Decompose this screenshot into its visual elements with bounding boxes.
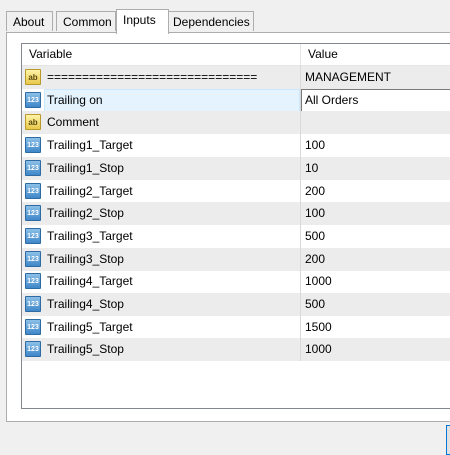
tab-inputs[interactable]: Inputs	[116, 9, 169, 34]
table-row[interactable]: 123 Trailing3_Stop 200	[22, 247, 450, 271]
table-row[interactable]: 123 Trailing3_Target 500	[22, 224, 450, 248]
value-cell[interactable]: 200	[305, 180, 325, 203]
tab-about[interactable]: About	[6, 11, 53, 31]
variable-name: Trailing5_Stop	[47, 342, 124, 357]
table-row[interactable]: 123 Trailing5_Stop 1000	[22, 338, 450, 362]
value-cell[interactable]: 200	[305, 248, 325, 271]
cell-divider	[300, 338, 301, 362]
table-row[interactable]: 123 Trailing1_Target 100	[22, 134, 450, 158]
integer-type-icon: 123	[25, 318, 41, 335]
integer-type-icon: 123	[25, 91, 41, 108]
integer-type-icon: 123	[25, 227, 41, 244]
value-cell[interactable]: 500	[305, 293, 325, 316]
variable-name: Trailing4_Target	[47, 274, 133, 289]
value-cell[interactable]: 100	[305, 202, 325, 225]
variable-name: Trailing2_Target	[47, 183, 133, 198]
cell-divider	[300, 202, 301, 226]
variable-name: Trailing1_Target	[47, 138, 133, 153]
value-cell[interactable]: 500	[305, 225, 325, 248]
variable-name: Trailing3_Target	[47, 228, 133, 243]
integer-type-icon: 123	[25, 273, 41, 290]
value-cell[interactable]: 1000	[305, 338, 332, 361]
value-cell[interactable]: 100	[305, 134, 325, 157]
trailing-on-select[interactable]: All Orders	[301, 88, 450, 112]
select-value: All Orders	[305, 92, 359, 107]
cell-divider	[300, 293, 301, 316]
cell-divider	[300, 134, 301, 158]
value-cell[interactable]: MANAGEMENT	[305, 66, 391, 89]
variable-name: Trailing5_Target	[47, 319, 133, 334]
value-cell[interactable]: 10	[305, 157, 318, 180]
table-row[interactable]: 123 Trailing2_Target 200	[22, 179, 450, 203]
integer-type-icon: 123	[25, 250, 41, 267]
variable-name: Trailing2_Stop	[47, 206, 124, 221]
integer-type-icon: 123	[25, 159, 41, 176]
cell-divider	[300, 66, 301, 89]
table-row[interactable]: 123 Trailing on All Orders	[22, 88, 450, 112]
ok-button[interactable]	[446, 425, 450, 455]
variable-name: Trailing on	[47, 92, 103, 107]
integer-type-icon: 123	[25, 296, 41, 312]
table-row[interactable]: 123 Trailing4_Stop 500	[22, 293, 450, 316]
integer-type-icon: 123	[25, 205, 41, 222]
variable-name: Trailing3_Stop	[47, 251, 124, 266]
string-type-icon: ab	[25, 69, 41, 85]
cell-divider	[300, 224, 301, 248]
cell-divider	[300, 156, 301, 180]
tab-common[interactable]: Common	[56, 11, 116, 31]
integer-type-icon: 123	[25, 341, 41, 358]
cell-divider	[300, 270, 301, 294]
variable-name: Comment	[47, 115, 100, 130]
value-cell[interactable]: 1500	[305, 316, 332, 339]
table-row[interactable]: 123 Trailing2_Stop 100	[22, 202, 450, 226]
table-row[interactable]: ab ============================== MANAGEME…	[22, 66, 450, 89]
table-row[interactable]: 123 Trailing4_Target 1000	[22, 270, 450, 294]
column-header-value[interactable]: Value	[301, 44, 450, 65]
tab-dependencies[interactable]: Dependencies	[166, 11, 254, 31]
table-row[interactable]: ab Comment	[22, 111, 450, 135]
variable-name: Trailing4_Stop	[47, 297, 124, 311]
inputs-grid: Variable Value ab =======================…	[21, 43, 450, 409]
grid-header: Variable Value	[22, 44, 450, 66]
variable-name: ==============================	[47, 70, 258, 84]
variable-name: Trailing1_Stop	[47, 160, 124, 175]
integer-type-icon: 123	[25, 182, 41, 199]
string-type-icon: ab	[25, 114, 41, 131]
inputs-panel: Variable Value ab =======================…	[6, 32, 450, 422]
table-row[interactable]: 123 Trailing1_Stop 10	[22, 156, 450, 180]
cell-divider	[300, 111, 301, 135]
cell-divider	[300, 179, 301, 203]
cell-divider	[300, 247, 301, 271]
table-row[interactable]: 123 Trailing5_Target 1500	[22, 315, 450, 339]
cell-divider	[300, 315, 301, 339]
column-header-variable[interactable]: Variable	[22, 44, 300, 65]
integer-type-icon: 123	[25, 137, 41, 154]
value-cell[interactable]: 1000	[305, 270, 332, 293]
